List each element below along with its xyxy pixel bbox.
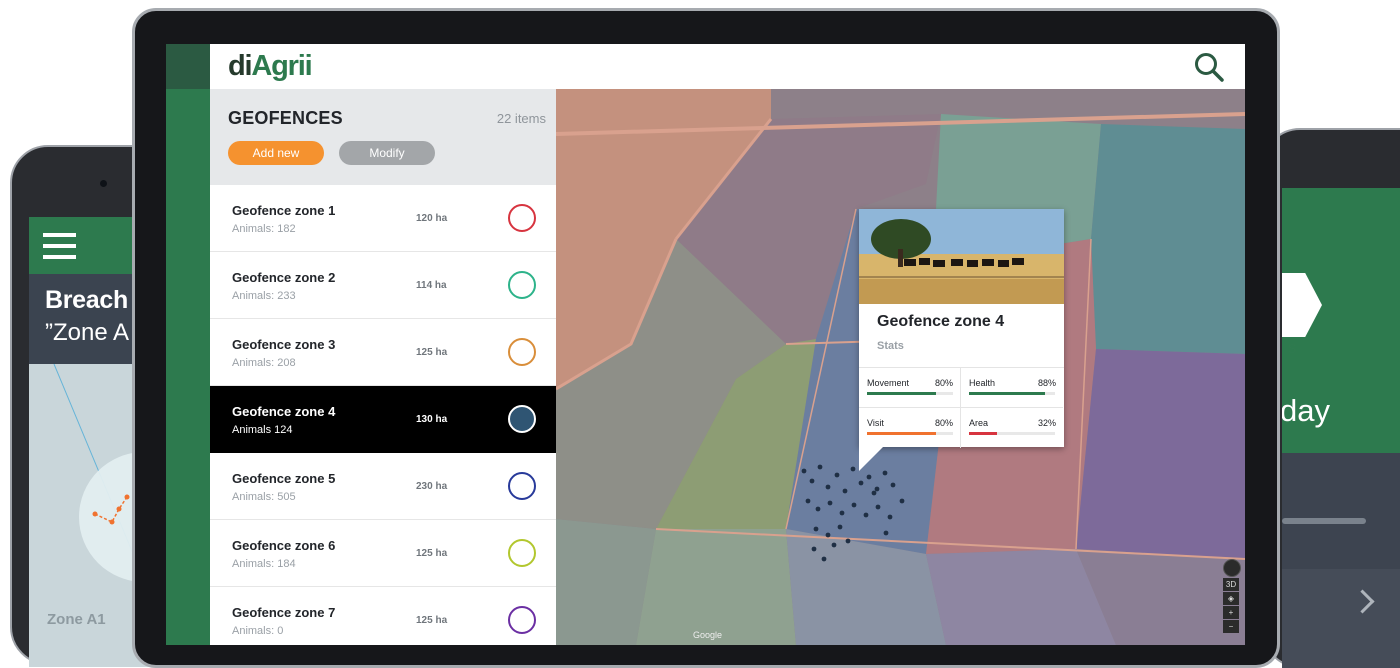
- add-new-button[interactable]: Add new: [228, 141, 324, 165]
- right-phone: s day: [1242, 128, 1400, 668]
- stat-bar-fill: [867, 392, 936, 395]
- zone-animals: Animals: 184: [232, 558, 296, 570]
- cattle-photo: [859, 209, 1064, 304]
- item-count: 22 items: [496, 111, 546, 126]
- tablet-screen: diAgrii GEOFENCES 22 items Add new Modif…: [166, 44, 1245, 645]
- chevron-right-icon[interactable]: [1350, 589, 1375, 614]
- phone-detail-panel: [1282, 453, 1400, 668]
- zone-animals: Animals: 505: [232, 491, 296, 503]
- 3d-toggle-button[interactable]: 3D: [1223, 578, 1239, 591]
- geofence-row-selected[interactable]: Geofence zone 4 Animals 124 130 ha: [210, 386, 556, 453]
- stat-area: Area 32%: [961, 408, 1063, 448]
- zone-color-icon: [508, 405, 536, 433]
- stat-bar: [969, 432, 1055, 435]
- logo-agri: Agrii: [251, 50, 312, 82]
- zone-color-icon: [508, 271, 536, 299]
- stat-value: 80%: [934, 378, 953, 388]
- stat-value: 32%: [1037, 418, 1056, 428]
- arrow-badge: [1282, 273, 1322, 337]
- compass-icon[interactable]: [1223, 559, 1241, 577]
- zone-name: Geofence zone 7: [232, 605, 336, 620]
- zone-name: Geofence zone 3: [232, 337, 336, 352]
- stat-bar-fill: [969, 392, 1045, 395]
- zone-area: 120 ha: [416, 213, 448, 224]
- front-camera: [100, 180, 107, 187]
- hamburger-menu-icon[interactable]: [43, 233, 76, 259]
- geofence-row[interactable]: Geofence zone 5 Animals: 505 230 ha: [210, 453, 556, 520]
- zone-animals: Animals: 0: [232, 625, 284, 637]
- zone-color-icon: [508, 204, 536, 232]
- zone-name: Geofence zone 4: [232, 404, 336, 419]
- panel-header: GEOFENCES 22 items Add new Modify: [210, 89, 556, 185]
- arrow-badge-text: s: [1288, 338, 1297, 357]
- map-attribution: Google: [693, 630, 723, 640]
- zone-name: Geofence zone 2: [232, 270, 336, 285]
- zone-color-icon: [508, 338, 536, 366]
- progress-bar: [1282, 518, 1366, 524]
- zone-area: 125 ha: [416, 548, 448, 559]
- stat-label: Movement: [867, 378, 910, 388]
- stat-value: 88%: [1037, 378, 1056, 388]
- app-side-rail: [166, 44, 210, 645]
- logo-di: di: [228, 50, 253, 82]
- geofence-list: Geofence zone 1 Animals: 182 120 ha Geof…: [210, 185, 556, 645]
- stat-label: Area: [969, 418, 989, 428]
- stat-bar: [969, 392, 1055, 395]
- zone-animals: Animals: 208: [232, 357, 296, 369]
- search-icon[interactable]: [1193, 51, 1225, 83]
- day-text: day: [1282, 393, 1330, 428]
- geofence-row[interactable]: Geofence zone 1 Animals: 182 120 ha: [210, 185, 556, 252]
- zone-area: 125 ha: [416, 615, 448, 626]
- zone-area: 230 ha: [416, 481, 448, 492]
- rail-corner: [166, 44, 210, 89]
- stats-grid: Movement 80% Health 88% Visit 80% Area 3…: [859, 367, 1064, 448]
- zone-popup: Geofence zone 4 Stats Movement 80% Healt…: [859, 209, 1064, 471]
- locate-icon[interactable]: ◈: [1223, 592, 1239, 605]
- geofence-row[interactable]: Geofence zone 6 Animals: 184 125 ha: [210, 520, 556, 587]
- stat-bar-fill: [969, 432, 997, 435]
- zone-animals: Animals 124: [232, 424, 293, 436]
- stat-movement: Movement 80%: [859, 368, 961, 408]
- stat-bar: [867, 392, 953, 395]
- geofence-panel: GEOFENCES 22 items Add new Modify Geofen…: [210, 89, 556, 645]
- stat-label: Visit: [867, 418, 884, 428]
- satellite-map[interactable]: Geofence zone 4 Stats Movement 80% Healt…: [556, 89, 1245, 645]
- popup-title: Geofence zone 4: [877, 313, 1005, 330]
- zone-color-icon: [508, 606, 536, 634]
- modify-button[interactable]: Modify: [339, 141, 435, 165]
- popup-subtitle: Stats: [877, 340, 904, 352]
- stat-visit: Visit 80%: [859, 408, 961, 448]
- zone-color-icon: [508, 539, 536, 567]
- stat-label: Health: [969, 378, 996, 388]
- right-phone-screen: s day: [1282, 188, 1400, 668]
- panel-title: GEOFENCES: [228, 108, 343, 128]
- geofence-row[interactable]: Geofence zone 7 Animals: 0 125 ha: [210, 587, 556, 645]
- geofence-row[interactable]: Geofence zone 3 Animals: 208 125 ha: [210, 319, 556, 386]
- zone-name: Geofence zone 1: [232, 203, 336, 218]
- stat-value: 80%: [934, 418, 953, 428]
- zone-area: 130 ha: [416, 414, 448, 425]
- app-header: diAgrii: [210, 44, 1245, 89]
- zone-animals: Animals: 182: [232, 223, 296, 235]
- zone-label: Zone A1: [47, 611, 106, 628]
- zone-name: Geofence zone 6: [232, 538, 336, 553]
- stat-bar-fill: [867, 432, 936, 435]
- popup-pointer: [859, 447, 883, 471]
- map-controls: 3D ◈ + −: [1223, 559, 1241, 633]
- stat-bar: [867, 432, 953, 435]
- stat-health: Health 88%: [961, 368, 1063, 408]
- phone-list-row[interactable]: [1282, 569, 1400, 668]
- app-logo: diAgrii: [228, 50, 313, 83]
- zone-name: Geofence zone 5: [232, 471, 336, 486]
- geofence-row[interactable]: Geofence zone 2 Animals: 233 114 ha: [210, 252, 556, 319]
- zone-color-icon: [508, 472, 536, 500]
- zone-area: 114 ha: [416, 280, 447, 291]
- zoom-in-button[interactable]: +: [1223, 606, 1239, 619]
- zone-animals: Animals: 233: [232, 290, 296, 302]
- zoom-out-button[interactable]: −: [1223, 620, 1239, 633]
- zone-area: 125 ha: [416, 347, 448, 358]
